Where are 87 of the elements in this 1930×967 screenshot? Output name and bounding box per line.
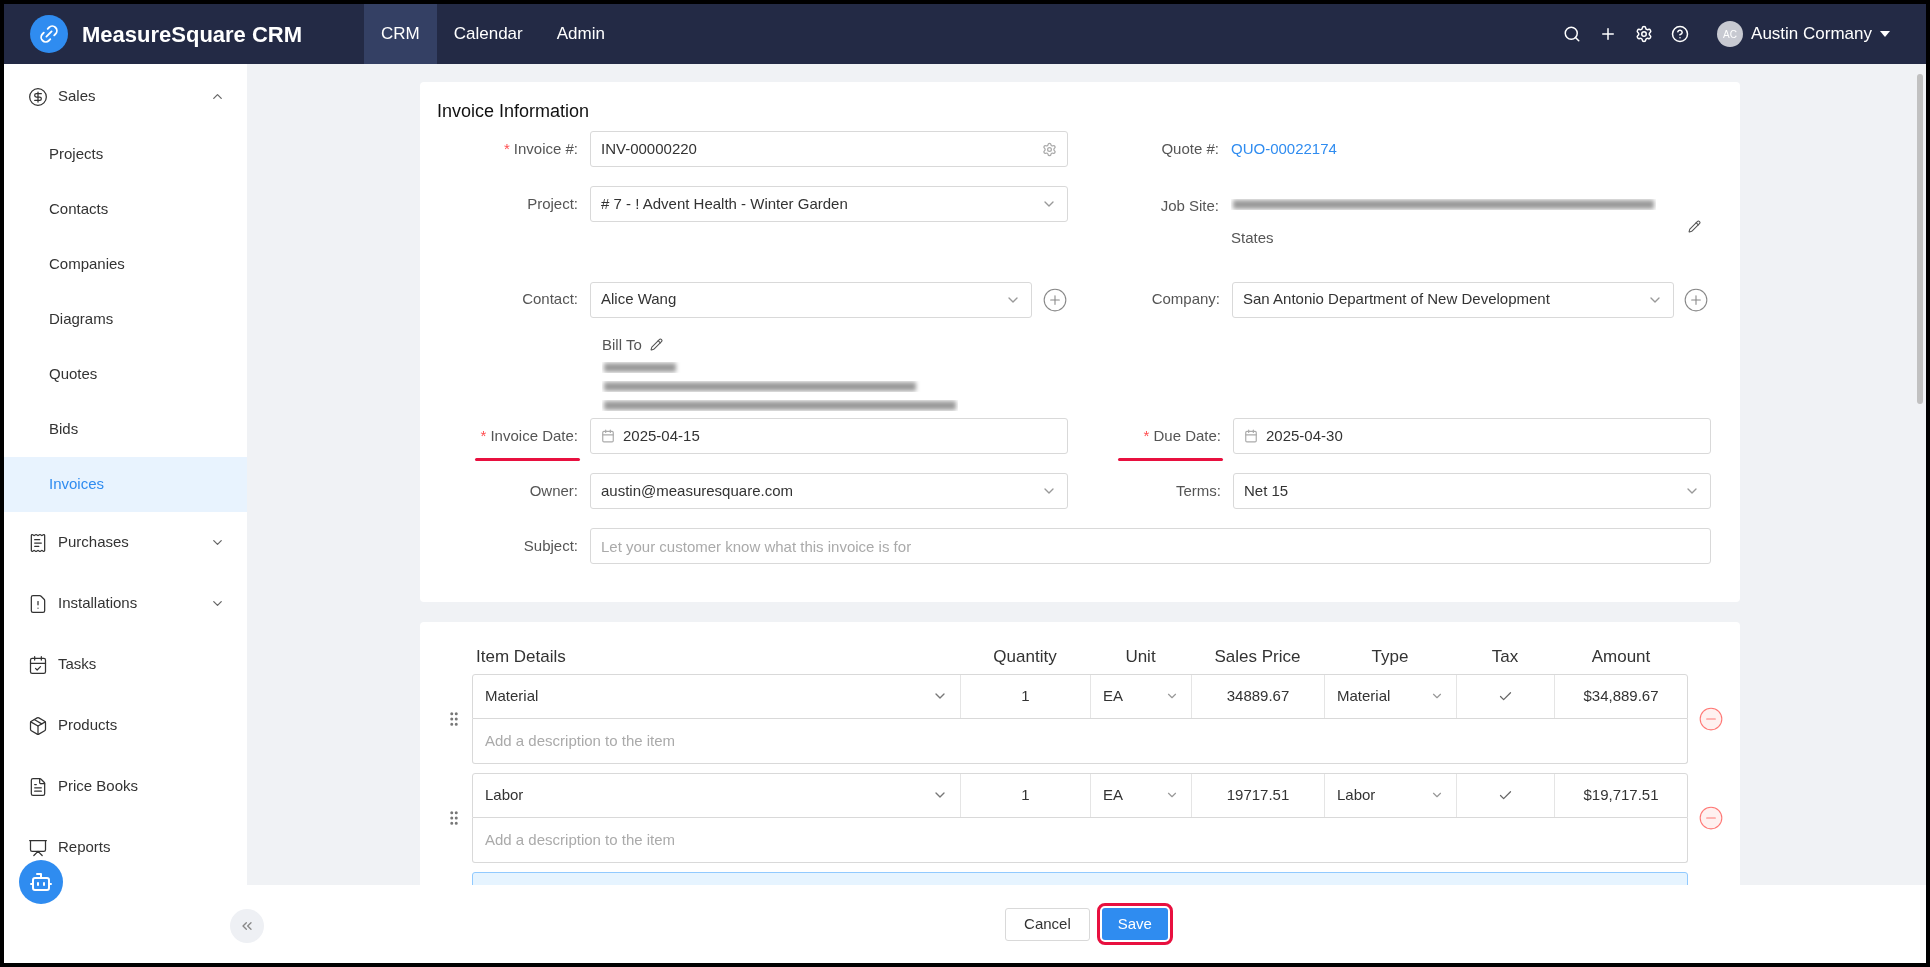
bill-to-label: Bill To [602,334,642,355]
sidebar-item[interactable]: Projects [4,127,247,182]
receipt-icon [28,532,48,553]
nav-tab[interactable]: CRM [364,4,437,64]
type-select[interactable]: Material [1325,674,1457,718]
sidebar-item[interactable]: Purchases [4,512,247,573]
field-label: Project: [527,193,578,214]
presentation-icon [28,837,48,858]
amount-cell-text: $19,717.51 [1582,784,1660,805]
sidebar-item[interactable]: Reports [4,817,247,878]
sidebar-item[interactable]: Contacts [4,182,247,237]
calendar-icon [601,429,615,443]
box-icon [28,715,48,736]
calendar-icon [1244,429,1258,443]
item-select[interactable]: Material [473,674,961,718]
document-icon [28,776,48,797]
field-label: Owner: [529,480,578,501]
nav-tab[interactable]: Admin [539,4,622,64]
description-field[interactable]: Add a description to the item [472,718,1688,764]
sidebar-item[interactable]: Companies [4,237,247,292]
settings-icon[interactable] [1635,25,1654,43]
add-icon[interactable] [1683,286,1709,313]
robot-icon [29,870,53,894]
quote-link[interactable]: QUO-00022174 [1231,137,1337,161]
field-label: Company: [1151,289,1220,310]
assistant-button[interactable] [19,860,63,904]
add-icon[interactable] [1042,286,1068,313]
sidebar-item[interactable]: Installations [4,573,247,634]
select-field[interactable]: Alice Wang [590,281,1032,318]
price-cell[interactable]: 19717.51 [1192,773,1325,817]
column-header: Type [1371,646,1409,668]
amount-cell-text: $34,889.67 [1582,685,1660,706]
column-header: Item Details [476,646,566,668]
sidebar-item[interactable]: Bids [4,402,247,457]
column-header: Quantity [993,646,1057,668]
calendar-check-icon [28,654,48,675]
job-site-text: States [1231,228,1274,248]
column-header: Unit [1125,646,1156,668]
item-select[interactable]: Labor [473,773,961,817]
quantity-cell[interactable]: 1 [961,674,1091,718]
field-label: * Invoice #: [503,138,578,159]
field-label: Quote #: [1161,138,1219,159]
field-label: Subject: [523,535,578,556]
quantity-cell[interactable]: 1 [961,773,1091,817]
column-header: Amount [1591,646,1651,668]
logo-icon [30,15,68,53]
nav-tab[interactable]: Calendar [436,4,540,64]
column-header: Tax [1491,646,1519,668]
sidebar-item[interactable]: Products [4,695,247,756]
remove-icon[interactable] [1698,804,1724,831]
field-label: * Due Date: [1143,425,1221,446]
dollar-icon [28,86,48,107]
field-label: Job Site: [1160,196,1219,216]
field-label: * Invoice Date: [480,425,578,446]
select-field[interactable]: San Antonio Department of New Development [1232,281,1674,318]
unit-select[interactable]: EA [1091,773,1192,817]
sidebar-item[interactable]: Price Books [4,756,247,817]
document-icon [28,593,48,614]
unit-select[interactable]: EA [1091,674,1192,718]
search-icon[interactable] [1563,25,1582,43]
invoice-number-field[interactable]: INV-00000220 [590,131,1068,167]
field-label: Terms: [1176,480,1221,501]
subject-field[interactable]: Let your customer know what this invoice is for [590,528,1711,564]
sidebar-item[interactable]: Diagrams [4,292,247,347]
column-header: Sales Price [1214,646,1301,668]
type-select[interactable]: Labor [1325,773,1457,817]
caret-icon [1880,31,1890,37]
date-field[interactable]: 2025-04-30 [1233,418,1711,454]
select-field[interactable]: Net 15 [1233,473,1711,509]
remove-icon[interactable] [1698,705,1724,732]
app-title: MeasureSquare CRM [82,20,303,49]
sidebar-item[interactable]: Tasks [4,634,247,695]
sidebar-item[interactable]: Sales [4,66,247,127]
edit-icon[interactable] [649,338,663,352]
select-field[interactable]: # 7 - ! Advent Health - Winter Garden [590,186,1068,222]
help-icon[interactable] [1671,25,1690,43]
card-title: Invoice Information [436,100,591,123]
field-label: Contact: [522,289,578,310]
price-cell[interactable]: 34889.67 [1192,674,1325,718]
description-field[interactable]: Add a description to the item [472,817,1688,863]
sidebar-item[interactable]: Quotes [4,347,247,402]
settings-icon [1042,141,1057,157]
edit-icon[interactable] [1688,219,1701,233]
date-field[interactable]: 2025-04-15 [590,418,1068,454]
user-name[interactable]: Austin Cormany [1751,21,1872,47]
cancel-button[interactable]: Cancel [1005,907,1090,941]
select-field[interactable]: austin@measuresquare.com [590,473,1068,509]
